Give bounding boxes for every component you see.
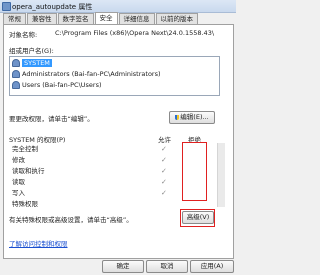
permission-name: 特殊权限	[12, 200, 38, 208]
advanced-button-highlight	[180, 209, 215, 227]
edit-button-label: 编辑(E)...	[180, 113, 209, 121]
tab-details[interactable]: 详细信息	[118, 13, 155, 24]
window-title: opera_autoupdate 属性	[12, 3, 93, 11]
title-bar: opera_autoupdate 属性	[0, 0, 236, 13]
deny-column-highlight	[182, 142, 207, 201]
user-group-icon	[12, 70, 20, 78]
tab-previous-versions[interactable]: 以前的版本	[155, 13, 198, 24]
allow-check-icon: ✓	[161, 145, 167, 153]
principals-list[interactable]: SYSTEM Administrators (Bai-fan-PC\Admini…	[9, 56, 220, 96]
shield-icon	[175, 115, 180, 120]
permissions-scrollbar[interactable]	[217, 143, 225, 207]
object-name-label: 对象名称:	[9, 31, 38, 39]
allow-check-icon: ✓	[161, 189, 167, 197]
object-name-value: C:\Program Files (x86)\Opera Next\24.0.1…	[55, 29, 215, 37]
tab-compatibility[interactable]: 兼容性	[27, 13, 57, 24]
apply-button[interactable]: 应用(A)	[190, 260, 234, 273]
ok-button[interactable]: 确定	[102, 260, 144, 273]
app-icon	[2, 2, 11, 11]
principal-label: Administrators (Bai-fan-PC\Administrator…	[22, 70, 161, 78]
learn-access-control-link[interactable]: 了解访问控制和权限	[9, 238, 68, 248]
user-group-icon	[12, 81, 20, 89]
user-group-icon	[12, 59, 20, 67]
principal-label: Users (Bai-fan-PC\Users)	[22, 81, 102, 89]
permission-name: 修改	[12, 156, 25, 164]
permission-name: 写入	[12, 189, 25, 197]
tab-security[interactable]: 安全	[94, 12, 118, 24]
permission-name: 完全控制	[12, 145, 38, 153]
edit-button[interactable]: 编辑(E)...	[169, 111, 215, 124]
tab-general[interactable]: 常规	[3, 13, 26, 24]
allow-check-icon: ✓	[161, 167, 167, 175]
principal-system[interactable]: SYSTEM	[12, 59, 212, 67]
permission-row-special: 特殊权限	[9, 200, 218, 209]
cancel-button[interactable]: 取消	[146, 260, 188, 273]
allow-check-icon: ✓	[161, 156, 167, 164]
group-label: 组或用户名(G):	[9, 47, 54, 55]
permission-name: 读取	[12, 178, 25, 186]
principal-users[interactable]: Users (Bai-fan-PC\Users)	[12, 81, 212, 89]
principal-label: SYSTEM	[22, 59, 52, 67]
principal-administrators[interactable]: Administrators (Bai-fan-PC\Administrator…	[12, 70, 212, 78]
tab-strip: 常规 兼容性 数字签名 安全 详细信息 以前的版本	[3, 12, 199, 24]
permission-name: 读取和执行	[12, 167, 45, 175]
tab-digital-signatures[interactable]: 数字签名	[57, 13, 94, 24]
allow-check-icon: ✓	[161, 178, 167, 186]
special-hint: 有关特殊权限或高级设置，请单击“高级”。	[9, 216, 133, 224]
change-hint: 要更改权限，请单击“编辑”。	[9, 115, 94, 123]
